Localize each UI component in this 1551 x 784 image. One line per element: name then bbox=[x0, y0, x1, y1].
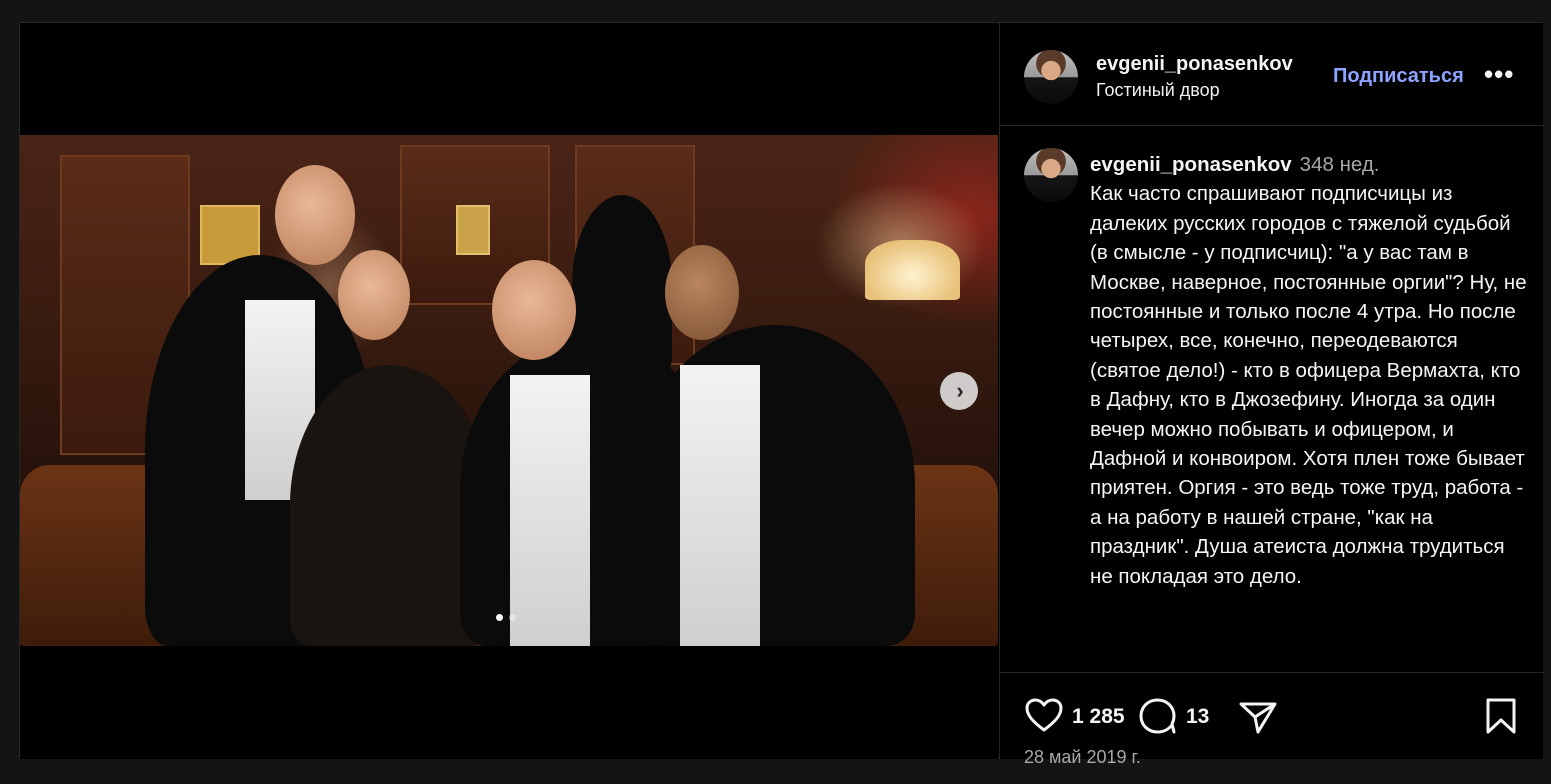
follow-button[interactable]: Подписаться bbox=[1333, 65, 1464, 88]
post-sidebar: evgenii_ponasenkov Гостиный двор Подписа… bbox=[999, 23, 1544, 767]
caption-username[interactable]: evgenii_ponasenkov bbox=[1090, 153, 1292, 176]
post-location[interactable]: Гостиный двор bbox=[1096, 80, 1220, 101]
carousel-dot-1 bbox=[496, 614, 503, 621]
caption-body: evgenii_ponasenkov 348 нед. Как часто спр… bbox=[1090, 150, 1530, 591]
caption-time[interactable]: 348 нед. bbox=[1300, 153, 1380, 176]
carousel-indicator bbox=[496, 614, 516, 621]
action-bar: 1 285 13 28 май 2019 г. bbox=[1000, 673, 1544, 767]
comment-count[interactable]: 13 bbox=[1186, 705, 1209, 729]
post-modal: › evgenii_ponasenkov Гостиный двор Подпи… bbox=[19, 22, 1544, 767]
chevron-right-icon: › bbox=[956, 378, 964, 403]
caption-comment: evgenii_ponasenkov 348 нед. Как часто спр… bbox=[1000, 126, 1544, 673]
comment-icon[interactable] bbox=[1138, 697, 1178, 735]
like-count[interactable]: 1 285 bbox=[1072, 705, 1125, 729]
caption-text: Как часто спрашивают подписчицы из далек… bbox=[1090, 182, 1527, 588]
carousel-dot-2 bbox=[509, 614, 516, 621]
media-area: › bbox=[20, 23, 998, 759]
more-options-icon[interactable]: ••• bbox=[1484, 59, 1514, 90]
bookmark-icon[interactable] bbox=[1484, 697, 1518, 735]
caption-avatar[interactable] bbox=[1024, 148, 1078, 202]
carousel-next-button[interactable]: › bbox=[940, 372, 978, 410]
author-avatar[interactable] bbox=[1024, 50, 1078, 104]
post-date[interactable]: 28 май 2019 г. bbox=[1024, 747, 1141, 768]
share-icon[interactable] bbox=[1238, 699, 1278, 735]
post-photo[interactable] bbox=[20, 135, 998, 646]
author-username[interactable]: evgenii_ponasenkov bbox=[1096, 53, 1293, 76]
post-header: evgenii_ponasenkov Гостиный двор Подписа… bbox=[1000, 23, 1544, 126]
heart-icon[interactable] bbox=[1024, 697, 1064, 733]
